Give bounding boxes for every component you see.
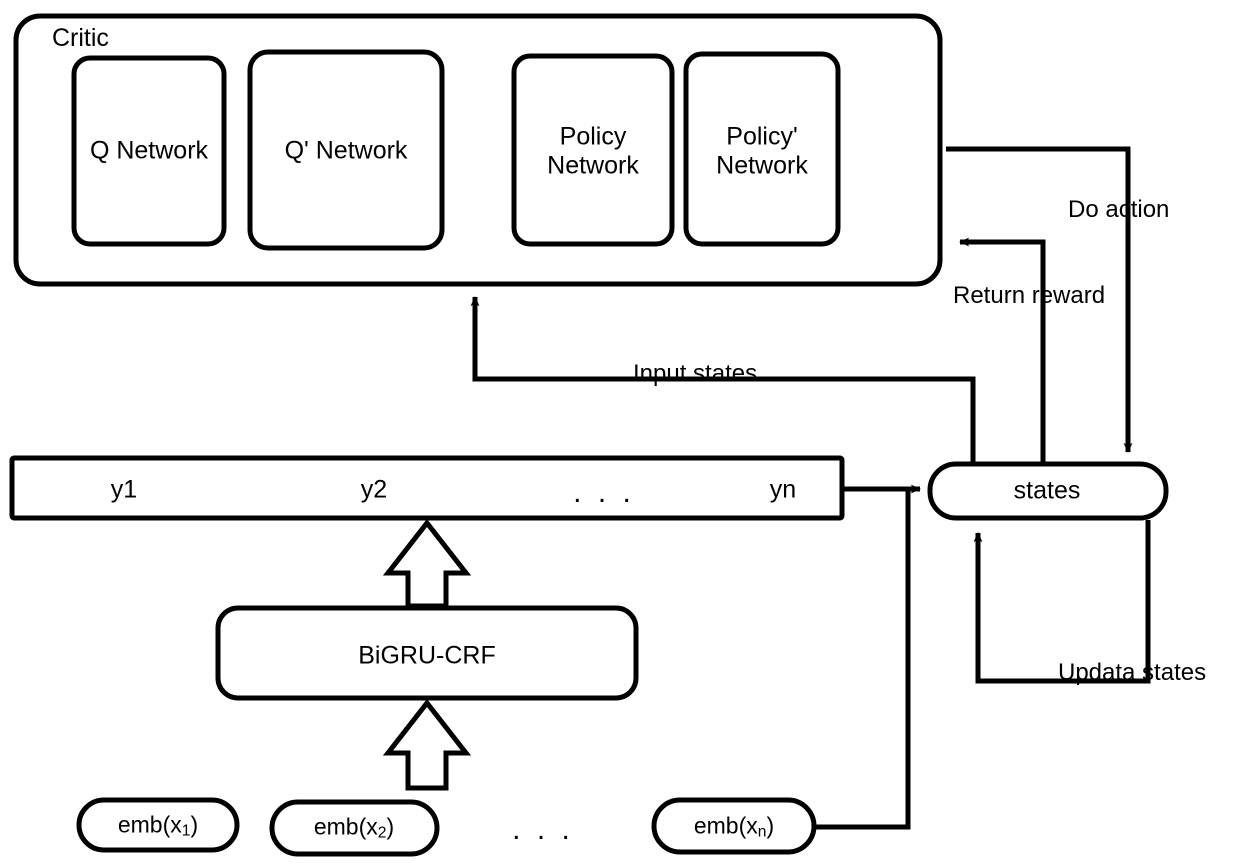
sequence-token-ellipsis: . . . [573,475,635,509]
policy-network-label: Policy Network [547,122,639,180]
emb-x2-suffix: ) [386,813,395,840]
emb-x1-suffix: ) [190,811,199,838]
policy-prime-network-label: Policy' Network [716,122,808,180]
policy-network-label-line2: Network [547,151,639,179]
emb-x1-subscript: 1 [181,822,191,840]
emb-x1-label: emb(x1) [118,811,198,840]
emb-xn-subscript: n [757,823,767,841]
q-network-label: Q Network [89,136,209,165]
emb-x2-subscript: 2 [377,824,387,842]
do-action-edge-label: Do action [1068,196,1170,223]
embeddings-to-encoder-block-arrow [382,698,472,791]
policy-prime-network-label-line2: Network [716,151,808,179]
update-states-edge [973,520,1151,684]
return-reward-edge-label: Return reward [953,282,1106,309]
emb-x2-prefix: emb(x [313,813,378,840]
policy-prime-network-label-line1: Policy' [726,122,798,151]
sequence-token-y1: y1 [110,475,138,504]
emb-xn-label: emb(xn) [694,812,774,841]
emb-xn-suffix: ) [766,812,775,839]
diagram-canvas: Critic Q Network Q' Network Policy Netwo… [0,0,1240,868]
encoder-to-sequence-block-arrow [382,518,472,609]
emb-n-to-states-edge [812,487,911,830]
emb-x1-prefix: emb(x [117,811,182,838]
bigru-crf-label: BiGRU-CRF [358,641,496,670]
sequence-token-yn: yn [769,475,797,504]
update-states-edge-label: Updata states [1058,659,1207,686]
q-prime-network-label: Q' Network [284,136,408,165]
states-node-label: states [1013,476,1081,505]
emb-x2-label: emb(x2) [314,813,394,842]
emb-xn-prefix: emb(x [693,812,758,839]
sequence-token-y2: y2 [360,475,388,504]
embeddings-ellipsis: . . . [512,812,574,846]
policy-network-label-line1: Policy [559,122,627,151]
input-states-edge-label: Input states [633,360,758,387]
critic-group-label: Critic [52,24,109,52]
